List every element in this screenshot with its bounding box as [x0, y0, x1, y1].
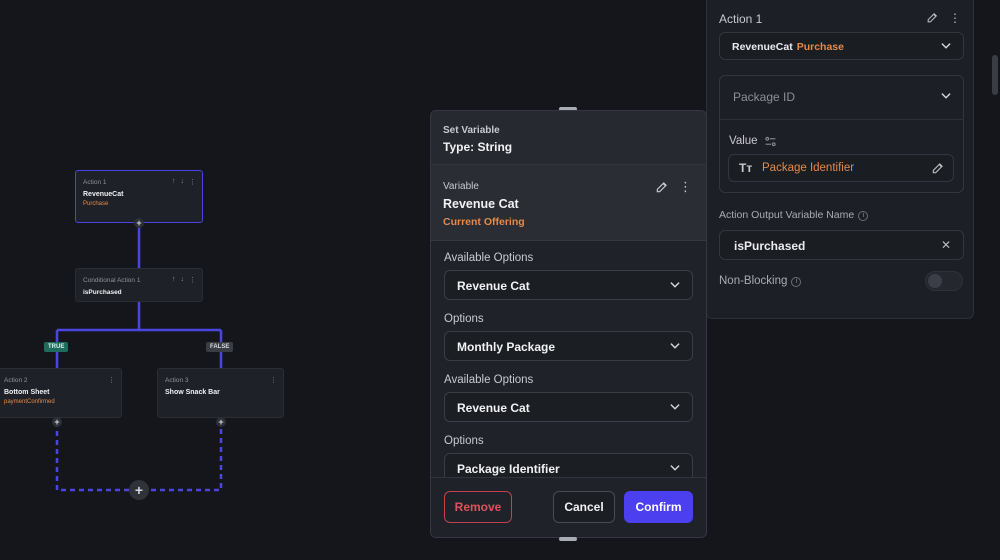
action-title: Action 1: [719, 12, 763, 26]
node-subtitle: paymentConfirmed: [4, 399, 55, 405]
more-vertical-icon[interactable]: ⋮: [679, 179, 692, 195]
package-id-section: Package ID Value Tт Package Identifier: [719, 75, 964, 193]
more-vertical-icon[interactable]: ⋮: [949, 11, 961, 25]
option-select[interactable]: Monthly Package: [444, 331, 693, 361]
variable-tools: ⋮: [655, 179, 692, 195]
flow-node-action-3[interactable]: Action 3 Show Snack Bar ⋮: [157, 368, 284, 418]
chevron-down-icon: [670, 404, 680, 410]
modal-header: Set Variable Type: String: [431, 111, 706, 165]
add-merge-action-icon[interactable]: +: [129, 480, 149, 500]
option-select[interactable]: Package Identifier: [444, 453, 693, 479]
chevron-down-icon: [670, 343, 680, 349]
chevron-down-icon: [670, 465, 680, 471]
option-label: Available Options: [444, 374, 534, 386]
add-action-icon[interactable]: +: [216, 417, 226, 427]
pencil-icon[interactable]: [931, 161, 945, 175]
info-icon[interactable]: i: [858, 211, 869, 221]
option-label: Available Options: [444, 252, 534, 264]
confirm-button[interactable]: Confirm: [624, 491, 693, 523]
node-title: Action 1: [83, 179, 107, 186]
more-vertical-icon[interactable]: ⋮: [189, 178, 196, 186]
action-title-tools: ⋮: [926, 11, 961, 25]
option-value: Package Identifier: [457, 462, 560, 476]
variable-section: Variable Revenue Cat Current Offering ⋮: [431, 165, 706, 241]
node-tools: ⋮: [270, 376, 277, 384]
flow-node-action-1[interactable]: Action 1 RevenueCat Purchase ↑ ↓ ⋮: [75, 170, 203, 223]
arrow-up-icon[interactable]: ↑: [172, 276, 176, 284]
add-action-icon[interactable]: +: [134, 218, 144, 228]
remove-button[interactable]: Remove: [444, 491, 512, 523]
set-variable-modal: Set Variable Type: String Variable Reven…: [430, 110, 707, 538]
modal-drag-handle-bottom[interactable]: [559, 537, 577, 541]
node-name: Show Snack Bar: [165, 389, 220, 396]
modal-header-type: Type: String: [443, 140, 513, 154]
package-id-label[interactable]: Package ID: [733, 90, 795, 104]
option-value: Revenue Cat: [457, 401, 530, 415]
sliders-icon[interactable]: [764, 135, 777, 148]
node-tools: ↑ ↓ ⋮: [172, 178, 196, 186]
action-type-value: RevenueCat Purchase: [732, 41, 844, 53]
option-select[interactable]: Revenue Cat: [444, 392, 693, 422]
scrollbar[interactable]: [992, 55, 998, 95]
options-list[interactable]: Available Options Revenue Cat Options Mo…: [431, 242, 706, 479]
node-name: Bottom Sheet: [4, 389, 50, 396]
action-type-select[interactable]: RevenueCat Purchase: [719, 32, 964, 60]
text-type-icon: Tт: [739, 161, 753, 175]
option-select[interactable]: Revenue Cat: [444, 270, 693, 300]
more-vertical-icon[interactable]: ⋮: [108, 376, 115, 384]
pencil-icon[interactable]: [655, 180, 669, 194]
node-tools: ⋮: [108, 376, 115, 384]
divider: [720, 119, 963, 120]
variable-current: Current Offering: [443, 216, 525, 228]
output-variable-input[interactable]: isPurchased ✕: [719, 230, 964, 260]
flow-node-action-2[interactable]: Action 2 Bottom Sheet paymentConfirmed ⋮: [0, 368, 122, 418]
info-icon[interactable]: i: [791, 277, 802, 287]
node-tools: ↑ ↓ ⋮: [172, 276, 196, 284]
more-vertical-icon[interactable]: ⋮: [189, 276, 196, 284]
arrow-down-icon[interactable]: ↓: [181, 276, 185, 284]
node-title: Action 2: [4, 377, 28, 384]
action-properties-panel: Action 1 ⋮ RevenueCat Purchase Package ID…: [706, 0, 974, 319]
toggle-knob: [928, 274, 942, 288]
cancel-button[interactable]: Cancel: [553, 491, 615, 523]
chevron-down-icon[interactable]: [939, 89, 953, 103]
more-vertical-icon[interactable]: ⋮: [270, 376, 277, 384]
non-blocking-toggle[interactable]: [925, 271, 963, 291]
arrow-up-icon[interactable]: ↑: [172, 178, 176, 186]
close-icon[interactable]: ✕: [941, 238, 951, 252]
arrow-down-icon[interactable]: ↓: [181, 178, 185, 186]
add-action-icon[interactable]: +: [52, 417, 62, 427]
output-variable-label: Action Output Variable Name i: [719, 209, 869, 221]
node-subtitle: Purchase: [83, 201, 109, 207]
pencil-icon[interactable]: [926, 11, 939, 24]
node-title: Action 3: [165, 377, 189, 384]
output-variable-value: isPurchased: [734, 239, 806, 253]
option-label: Options: [444, 435, 484, 447]
value-text: Package Identifier: [762, 162, 855, 174]
variable-name: Revenue Cat: [443, 197, 519, 211]
option-value: Revenue Cat: [457, 279, 530, 293]
variable-label: Variable: [443, 181, 479, 192]
chevron-down-icon: [941, 43, 951, 49]
node-name: isPurchased: [83, 289, 122, 296]
node-title: Conditional Action 1: [83, 277, 141, 284]
value-field[interactable]: Tт Package Identifier: [728, 154, 954, 182]
flow-node-conditional[interactable]: Conditional Action 1 isPurchased ↑ ↓ ⋮: [75, 268, 203, 302]
chevron-down-icon: [670, 282, 680, 288]
node-name: RevenueCat: [83, 191, 124, 198]
value-label: Value: [729, 135, 758, 147]
branch-false-badge: FALSE: [206, 342, 234, 352]
modal-header-label: Set Variable: [443, 125, 500, 136]
option-label: Options: [444, 313, 484, 325]
non-blocking-label: Non-Blocking i: [719, 275, 802, 287]
branch-true-badge: TRUE: [44, 342, 69, 352]
option-value: Monthly Package: [457, 340, 556, 354]
modal-footer: Remove Cancel Confirm: [431, 477, 706, 537]
